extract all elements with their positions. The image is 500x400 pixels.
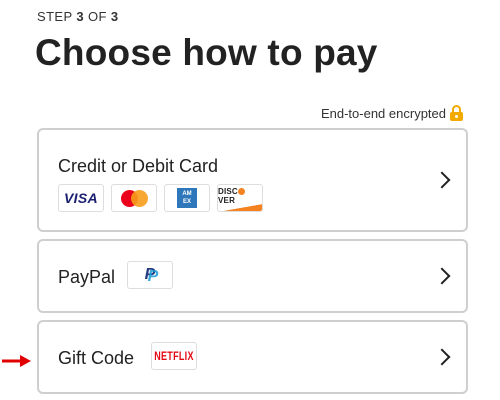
payment-option-paypal[interactable]: PayPal PP (37, 239, 468, 313)
card-logos: VISA AM EX DISCVER (58, 184, 263, 212)
chevron-right-icon (433, 171, 451, 189)
mastercard-logo (111, 184, 157, 212)
page-title: Choose how to pay (35, 32, 378, 73)
step-indicator: STEP 3 OF 3 (37, 9, 119, 24)
encryption-label: End-to-end encrypted (320, 105, 446, 121)
chevron-right-icon (433, 348, 451, 366)
credit-card-label: Credit or Debit Card (58, 156, 219, 176)
lock-icon (450, 105, 463, 121)
chevron-right-icon (433, 267, 451, 285)
paypal-label: PayPal (58, 267, 116, 287)
paypal-logo: PP (127, 261, 173, 289)
visa-logo: VISA (58, 184, 104, 212)
netflix-logo: NETFLIX (151, 342, 197, 370)
encryption-notice: End-to-end encrypted (321, 105, 463, 121)
payment-option-credit-card[interactable]: Credit or Debit Card VISA AM EX DISCVER (37, 128, 468, 232)
amex-logo: AM EX (164, 184, 210, 212)
payment-option-gift-code[interactable]: Gift Code NETFLIX (37, 320, 468, 394)
discover-logo: DISCVER (217, 184, 263, 212)
gift-code-label: Gift Code (58, 348, 135, 368)
red-arrow-icon (2, 355, 31, 367)
